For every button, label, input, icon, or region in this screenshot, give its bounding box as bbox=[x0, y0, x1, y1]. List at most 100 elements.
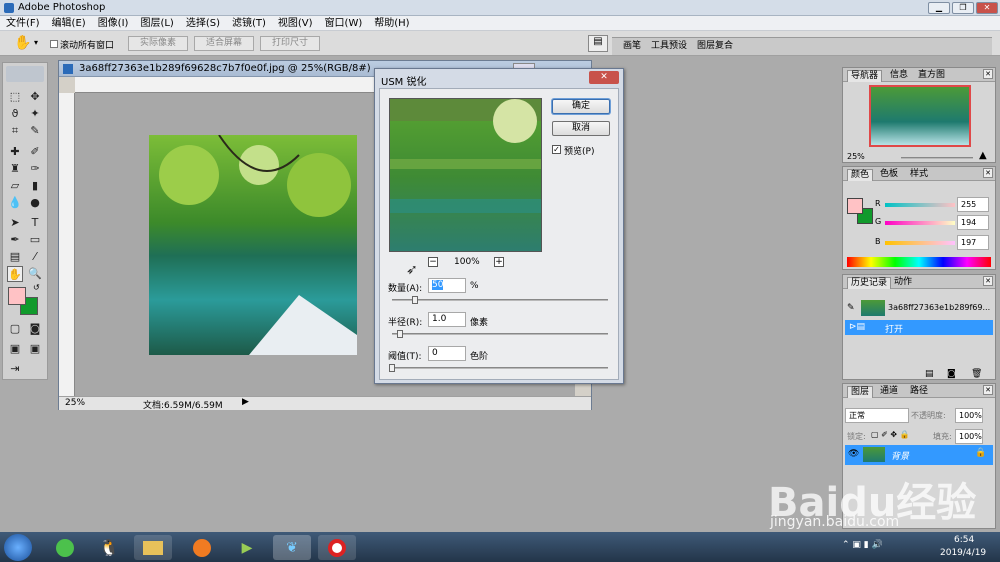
layers-close-icon[interactable]: ✕ bbox=[983, 385, 993, 395]
lock-icons[interactable]: ▢ ✐ ✥ 🔒 bbox=[871, 430, 910, 439]
radius-slider-thumb[interactable] bbox=[397, 330, 404, 338]
ok-button[interactable]: 确定 bbox=[552, 99, 610, 114]
radius-input[interactable]: 1.0 bbox=[428, 312, 466, 327]
pen-tool-icon[interactable]: ✒ bbox=[7, 232, 23, 248]
path-select-icon[interactable]: ➤ bbox=[7, 215, 23, 231]
tray-icons[interactable]: ⌃ ▣ ▮ 🔊 bbox=[842, 540, 883, 550]
slice-tool-icon[interactable]: ✎ bbox=[27, 123, 43, 139]
menu-edit[interactable]: 编辑(E) bbox=[46, 16, 92, 30]
tab-actions[interactable]: 动作 bbox=[891, 277, 915, 289]
actual-pixels-button[interactable]: 实际像素 bbox=[128, 36, 188, 51]
fit-screen-button[interactable]: 适合屏幕 bbox=[194, 36, 254, 51]
menu-help[interactable]: 帮助(H) bbox=[368, 16, 415, 30]
menu-image[interactable]: 图像(I) bbox=[92, 16, 135, 30]
amount-slider-track[interactable] bbox=[392, 299, 608, 301]
screen-mode-icon[interactable]: ▣ bbox=[7, 341, 23, 357]
move-tool-icon[interactable]: ✥ bbox=[27, 89, 43, 105]
fill-input[interactable]: 100% bbox=[955, 429, 983, 444]
imageready-jump-icon[interactable]: ⇥ bbox=[7, 361, 23, 377]
snapshot-source-icon[interactable]: ✎ bbox=[847, 303, 855, 313]
clone-stamp-icon[interactable]: ♜ bbox=[7, 161, 23, 177]
amount-slider-thumb[interactable] bbox=[412, 296, 419, 304]
snapshot-name[interactable]: 3a68ff27363e1b289f69... bbox=[888, 303, 990, 312]
b-slider[interactable] bbox=[885, 241, 955, 245]
eraser-tool-icon[interactable]: ▱ bbox=[7, 178, 23, 194]
trash-icon[interactable]: 🗑 bbox=[971, 369, 982, 379]
menu-layer[interactable]: 图层(L) bbox=[134, 16, 179, 30]
opacity-input[interactable]: 100% bbox=[955, 408, 983, 423]
panel-close-icon[interactable]: ✕ bbox=[983, 69, 993, 79]
standard-mode-icon[interactable]: ▢ bbox=[7, 321, 23, 337]
g-slider[interactable] bbox=[885, 221, 955, 225]
tab-color[interactable]: 颜色 bbox=[847, 169, 874, 181]
menu-select[interactable]: 选择(S) bbox=[180, 16, 226, 30]
menu-window[interactable]: 窗口(W) bbox=[319, 16, 369, 30]
navigator-thumbnail[interactable] bbox=[869, 85, 971, 147]
tab-styles[interactable]: 样式 bbox=[907, 169, 931, 181]
tab-paths[interactable]: 路径 bbox=[907, 386, 931, 398]
tab-layer-comps[interactable]: 图层复合 bbox=[694, 41, 736, 53]
b-value[interactable]: 197 bbox=[957, 235, 989, 250]
snapshot-camera-icon[interactable]: ◙ bbox=[947, 369, 956, 379]
menu-view[interactable]: 视图(V) bbox=[272, 16, 319, 30]
layer-visibility-eye-icon[interactable]: 👁 bbox=[848, 449, 859, 459]
preview-checkbox[interactable]: ✓ bbox=[552, 145, 561, 154]
threshold-slider-track[interactable] bbox=[392, 367, 608, 369]
type-tool-icon[interactable]: T bbox=[27, 215, 43, 231]
swap-colors-icon[interactable]: ↺ bbox=[33, 283, 40, 292]
quick-mask-icon[interactable]: ◙ bbox=[27, 321, 43, 337]
full-screen-mode-icon[interactable]: ▣ bbox=[27, 341, 43, 357]
radius-slider-track[interactable] bbox=[392, 333, 608, 335]
dialog-close-button[interactable]: ✕ bbox=[589, 71, 619, 84]
g-value[interactable]: 194 bbox=[957, 215, 989, 230]
tab-info[interactable]: 信息 bbox=[887, 70, 911, 82]
history-step-open[interactable]: ⊳▤ 打开 bbox=[845, 320, 993, 335]
taskbar-app-360-icon[interactable] bbox=[46, 535, 84, 560]
navigator-zoom-slider[interactable] bbox=[901, 157, 973, 159]
scroll-all-checkbox[interactable] bbox=[50, 40, 58, 48]
tab-navigator[interactable]: 导航器 bbox=[847, 70, 883, 82]
zoom-level[interactable]: 25% bbox=[65, 398, 85, 408]
photo-canvas[interactable] bbox=[149, 135, 357, 355]
minimize-button[interactable]: ▁ bbox=[928, 2, 950, 14]
tab-history[interactable]: 历史记录 bbox=[847, 277, 892, 289]
dodge-tool-icon[interactable]: ● bbox=[27, 195, 43, 211]
tab-swatches[interactable]: 色板 bbox=[877, 169, 901, 181]
crop-tool-icon[interactable]: ⌗ bbox=[7, 123, 23, 139]
foreground-color-swatch[interactable] bbox=[8, 287, 26, 305]
print-size-button[interactable]: 打印尺寸 bbox=[260, 36, 320, 51]
taskbar-media-player-icon[interactable]: ▶ bbox=[228, 535, 266, 560]
filter-preview[interactable] bbox=[389, 98, 542, 252]
hand-tool-icon[interactable]: ✋ bbox=[14, 35, 31, 51]
layer-row-background[interactable]: 👁 背景 🔒 bbox=[845, 445, 993, 465]
history-close-icon[interactable]: ✕ bbox=[983, 276, 993, 286]
threshold-input[interactable]: 0 bbox=[428, 346, 466, 361]
tool-preset-dropdown-icon[interactable]: ▾ bbox=[34, 38, 38, 47]
taskbar-firefox-icon[interactable] bbox=[183, 535, 221, 560]
threshold-slider-thumb[interactable] bbox=[389, 364, 395, 372]
color-spectrum-bar[interactable] bbox=[847, 257, 991, 267]
navigator-zoom[interactable]: 25% bbox=[847, 152, 865, 161]
tab-tool-presets[interactable]: 工具预设 bbox=[648, 41, 690, 53]
menu-filter[interactable]: 滤镜(T) bbox=[226, 16, 272, 30]
menu-file[interactable]: 文件(F) bbox=[0, 16, 46, 30]
taskbar-qq-icon[interactable]: 🐧 bbox=[90, 535, 128, 560]
lasso-tool-icon[interactable]: ϑ bbox=[7, 106, 23, 122]
history-brush-icon[interactable]: ✑ bbox=[27, 161, 43, 177]
zoom-tool-icon[interactable]: 🔍 bbox=[27, 266, 43, 282]
palette-well-icon[interactable]: ▤ bbox=[588, 35, 608, 52]
tab-histogram[interactable]: 直方图 bbox=[915, 70, 948, 82]
taskbar-recorder-icon[interactable] bbox=[318, 535, 356, 560]
r-slider[interactable] bbox=[885, 203, 955, 207]
zoom-in-mountain-icon[interactable]: ▲ bbox=[979, 150, 987, 161]
status-menu-arrow-icon[interactable]: ▶ bbox=[242, 397, 249, 407]
taskbar-explorer-icon[interactable] bbox=[134, 535, 172, 560]
new-document-icon[interactable]: ▤ bbox=[925, 369, 934, 379]
magic-wand-icon[interactable]: ✦ bbox=[27, 106, 43, 122]
zoom-in-icon[interactable]: + bbox=[494, 257, 504, 267]
tab-layers[interactable]: 图层 bbox=[847, 386, 874, 398]
cancel-button[interactable]: 取消 bbox=[552, 121, 610, 136]
hand-tool-selected-icon[interactable]: ✋ bbox=[7, 266, 23, 282]
brush-tool-icon[interactable]: ✐ bbox=[27, 144, 43, 160]
close-button[interactable]: ✕ bbox=[976, 2, 998, 14]
